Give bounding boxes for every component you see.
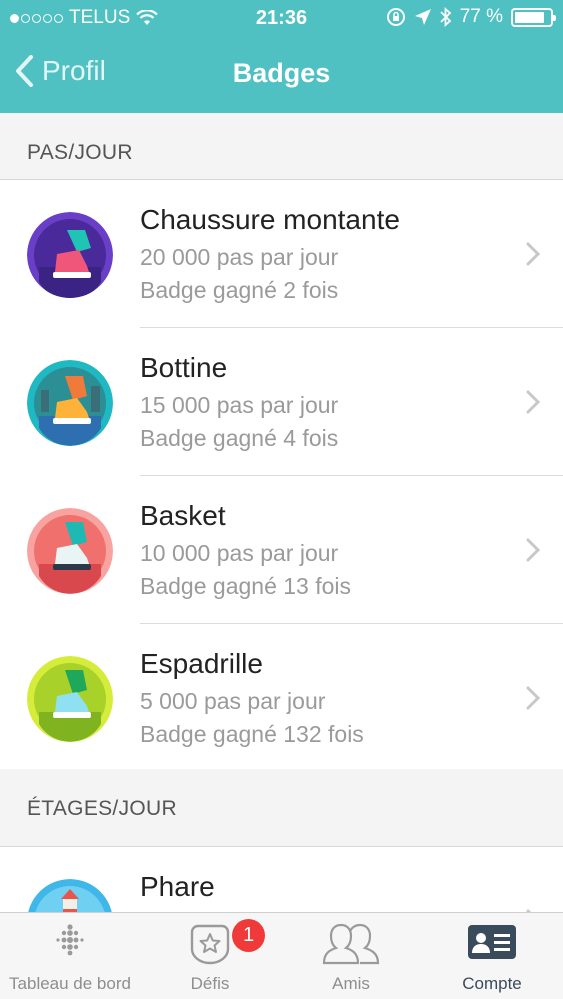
tab-bar: Tableau de bord Défis Amis Compte <box>0 912 563 999</box>
rotation-lock-icon <box>386 8 405 26</box>
badge-name: Bottine <box>140 352 228 383</box>
section-header-steps: PAS/JOUR <box>0 113 563 179</box>
chevron-right-icon <box>526 538 541 562</box>
badge-name: Phare <box>140 871 215 902</box>
badges-screen: TELUS 21:36 77 % Profil Badges PAS/JOUR … <box>0 0 563 999</box>
account-card-icon <box>468 925 516 959</box>
badge-goal: 15 000 pas par jour <box>140 392 339 418</box>
battery-percent: 77 % <box>459 6 503 27</box>
badge-earned-count: Badge gagné 2 fois <box>140 277 339 303</box>
dashboard-dots-icon <box>56 924 84 956</box>
badge-row-bottine[interactable]: Bottine 15 000 pas par jour Badge gagné … <box>0 328 563 476</box>
battery-icon <box>511 7 556 27</box>
badge-row-espadrille[interactable]: Espadrille 5 000 pas par jour Badge gagn… <box>0 624 563 772</box>
status-right: 77 % <box>386 6 556 28</box>
challenges-notification-badge: 1 <box>232 919 265 952</box>
steps-badge-list: Chaussure montante 20 000 pas par jour B… <box>0 179 563 773</box>
chevron-right-icon <box>526 390 541 414</box>
tab-label: Amis <box>332 974 370 993</box>
tab-label: Compte <box>462 974 522 993</box>
tab-label: Défis <box>190 974 230 993</box>
tab-tableau-de-bord[interactable]: Tableau de bord <box>0 913 140 999</box>
badge-name: Espadrille <box>140 648 263 679</box>
bluetooth-icon <box>440 7 451 27</box>
badge-name: Basket <box>140 500 226 531</box>
badge-goal: 10 000 pas par jour <box>140 540 339 566</box>
badge-earned-count: Badge gagné 13 fois <box>140 573 352 599</box>
tab-label: Tableau de bord <box>9 974 131 993</box>
chevron-right-icon <box>526 686 541 710</box>
section-header-floors: ÉTAGES/JOUR <box>0 769 563 835</box>
badge-row-chaussure-montante[interactable]: Chaussure montante 20 000 pas par jour B… <box>0 180 563 328</box>
high-top-shoe-badge-icon <box>27 212 113 298</box>
badge-goal: 20 000 pas par jour <box>140 244 339 270</box>
badge-name: Chaussure montante <box>140 204 400 235</box>
status-bar: TELUS 21:36 77 % <box>0 0 563 36</box>
boot-badge-icon <box>27 360 113 446</box>
badge-row-basket[interactable]: Basket 10 000 pas par jour Badge gagné 1… <box>0 476 563 624</box>
sneaker-badge-icon <box>27 508 113 594</box>
tab-compte[interactable]: Compte <box>422 913 562 999</box>
location-arrow-icon <box>414 9 431 25</box>
chevron-right-icon <box>526 242 541 266</box>
challenge-star-icon <box>190 924 230 965</box>
app-header: TELUS 21:36 77 % Profil Badges <box>0 0 563 113</box>
badge-earned-count: Badge gagné 132 fois <box>140 721 364 747</box>
friends-icon <box>322 923 380 965</box>
navigation-bar: Profil Badges <box>0 40 563 110</box>
badge-goal: 5 000 pas par jour <box>140 688 326 714</box>
espadrille-badge-icon <box>27 656 113 742</box>
badge-earned-count: Badge gagné 4 fois <box>140 425 339 451</box>
tab-amis[interactable]: Amis <box>281 913 421 999</box>
page-title: Badges <box>232 58 331 88</box>
